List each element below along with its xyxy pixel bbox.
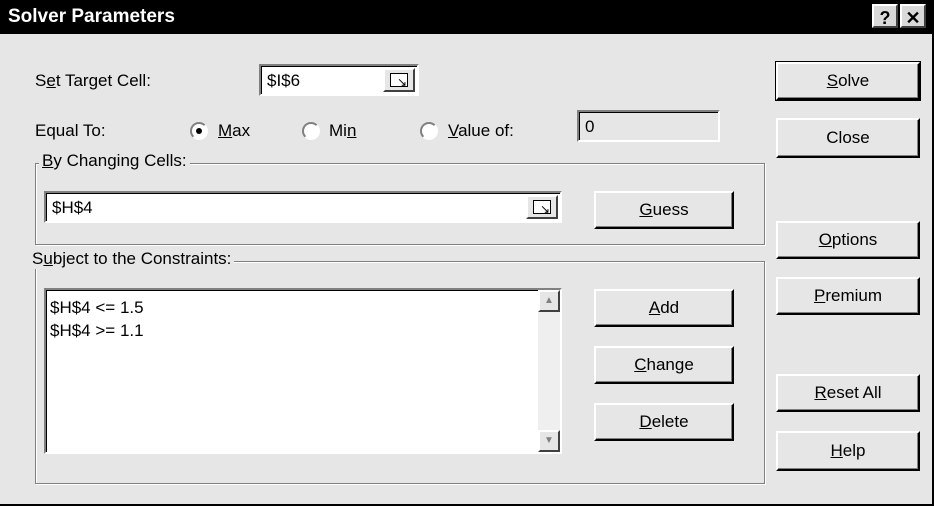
changing-cells-input[interactable]: $H$4 ↘ — [44, 191, 562, 223]
change-button[interactable]: Change — [594, 346, 734, 384]
close-title-button[interactable]: ✕ — [900, 4, 926, 28]
set-target-label: Set Target Cell: — [35, 71, 151, 90]
title-bar: Solver Parameters ? ✕ — [0, 0, 932, 34]
guess-button[interactable]: Guess — [594, 191, 734, 229]
value-of-label[interactable]: Value of: — [448, 121, 514, 141]
target-cell-value: $I$6 — [267, 71, 301, 90]
constraints-list[interactable]: $H$4 <= 1.5 $H$4 >= 1.1 ▲ ▼ — [44, 288, 562, 454]
help-title-button[interactable]: ? — [872, 4, 898, 28]
add-button[interactable]: Add — [594, 289, 734, 327]
changing-cells-value: $H$4 — [52, 198, 93, 217]
max-label[interactable]: Max — [218, 121, 250, 141]
vertical-scrollbar[interactable]: ▲ ▼ — [538, 290, 560, 452]
delete-button[interactable]: Delete — [594, 403, 734, 441]
value-of-input[interactable]: 0 — [577, 110, 720, 142]
solver-dialog: Solver Parameters ? ✕ Set Target Cell: $… — [0, 0, 934, 506]
target-cell-input[interactable]: $I$6 ↘ — [259, 64, 419, 96]
close-button[interactable]: Close — [776, 118, 920, 158]
changing-cells-legend: By Changing Cells: — [39, 151, 190, 171]
scroll-up-arrow-icon[interactable]: ▲ — [538, 290, 560, 312]
options-button[interactable]: Options — [776, 221, 920, 259]
premium-button[interactable]: Premium — [776, 277, 920, 315]
radio-selected-dot — [196, 128, 202, 134]
help-button[interactable]: Help — [776, 431, 920, 471]
solve-button[interactable]: Solve — [775, 61, 921, 101]
list-item[interactable]: $H$4 <= 1.5 — [50, 298, 144, 318]
min-radio[interactable] — [302, 122, 320, 140]
window-title: Solver Parameters — [8, 6, 175, 27]
value-of-radio[interactable] — [420, 122, 438, 140]
reset-all-button[interactable]: Reset All — [776, 374, 920, 412]
scroll-down-arrow-icon[interactable]: ▼ — [538, 430, 560, 452]
list-item[interactable]: $H$4 >= 1.1 — [50, 321, 144, 341]
equal-to-label: Equal To: — [35, 121, 106, 140]
max-radio[interactable] — [190, 122, 208, 140]
min-label[interactable]: Min — [329, 121, 356, 141]
value-of-value: 0 — [585, 117, 595, 136]
collapse-dialog-icon[interactable]: ↘ — [383, 68, 415, 92]
collapse-dialog-icon[interactable]: ↘ — [526, 195, 558, 219]
constraints-legend: Subject to the Constraints: — [29, 249, 235, 269]
